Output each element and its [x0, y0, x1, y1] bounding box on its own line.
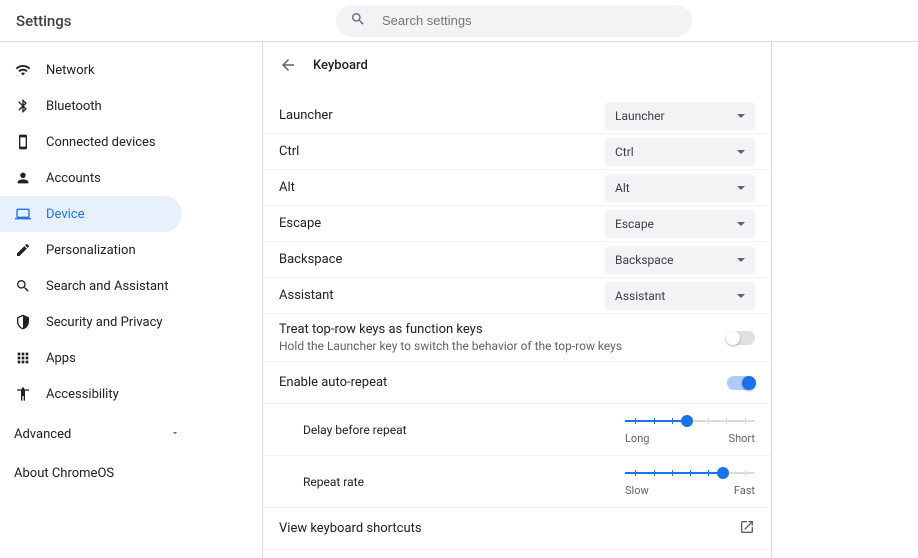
sidebar-item-label: Connected devices [46, 135, 156, 150]
sidebar-advanced[interactable]: Advanced [0, 416, 200, 452]
sidebar-item-connected-devices[interactable]: Connected devices [0, 124, 200, 160]
sidebar-about[interactable]: About ChromeOS [0, 456, 200, 492]
chevron-down-icon [737, 186, 745, 190]
sidebar-item-network[interactable]: Network [0, 52, 200, 88]
chevron-down-icon [737, 258, 745, 262]
wifi-icon [14, 61, 32, 79]
sidebar-item-label: Apps [46, 351, 76, 366]
view-shortcuts-row[interactable]: View keyboard shortcuts [263, 508, 771, 550]
open-external-icon [739, 519, 755, 539]
keymap-escape-select[interactable]: Escape [605, 210, 755, 238]
sidebar-item-accessibility[interactable]: Accessibility [0, 376, 200, 412]
keymap-backspace-label: Backspace [279, 252, 342, 267]
chevron-down-icon [737, 150, 745, 154]
keymap-ctrl-label: Ctrl [279, 144, 299, 159]
sidebar-item-bluetooth[interactable]: Bluetooth [0, 88, 200, 124]
keymap-assistant-select[interactable]: Assistant [605, 282, 755, 310]
rate-label: Repeat rate [303, 475, 364, 489]
keymap-alt-select[interactable]: Alt [605, 174, 755, 202]
search-icon [14, 277, 32, 295]
keymap-launcher-select[interactable]: Launcher [605, 102, 755, 130]
sidebar-item-label: Bluetooth [46, 99, 102, 114]
search-input[interactable] [382, 13, 678, 28]
phone-icon [14, 133, 32, 151]
keymap-escape-label: Escape [279, 216, 321, 231]
chevron-down-icon [737, 294, 745, 298]
app-title: Settings [16, 12, 336, 30]
sidebar-item-label: Accessibility [46, 387, 119, 402]
keymap-launcher-label: Launcher [279, 108, 333, 123]
bluetooth-icon [14, 97, 32, 115]
toprow-sublabel: Hold the Launcher key to switch the beha… [279, 339, 622, 353]
sidebar-item-device[interactable]: Device [0, 196, 182, 232]
keymap-alt-label: Alt [279, 180, 295, 195]
change-input-row[interactable]: Change input settings [263, 550, 771, 558]
delay-slider[interactable] [625, 414, 755, 428]
toprow-label: Treat top-row keys as function keys [279, 322, 622, 337]
view-shortcuts-label: View keyboard shortcuts [279, 521, 422, 536]
keymap-backspace-select[interactable]: Backspace [605, 246, 755, 274]
accessibility-icon [14, 385, 32, 403]
sidebar-item-label: Security and Privacy [46, 315, 163, 330]
sidebar-item-label: Network [46, 63, 95, 78]
shield-icon [14, 313, 32, 331]
keymap-ctrl-select[interactable]: Ctrl [605, 138, 755, 166]
rate-right-label: Fast [734, 484, 755, 497]
sidebar-item-label: Accounts [46, 171, 101, 186]
sidebar-item-security[interactable]: Security and Privacy [0, 304, 200, 340]
sidebar-item-label: Search and Assistant [46, 279, 169, 294]
search-box[interactable] [336, 5, 692, 37]
sidebar-item-apps[interactable]: Apps [0, 340, 200, 376]
sidebar: Network Bluetooth Connected devices Acco… [0, 42, 200, 558]
delay-left-label: Long [625, 432, 649, 445]
chevron-down-icon [737, 114, 745, 118]
keymap-assistant-label: Assistant [279, 288, 334, 303]
rate-slider[interactable] [625, 466, 755, 480]
back-button[interactable] [279, 56, 297, 74]
sidebar-item-label: Personalization [46, 243, 136, 258]
delay-right-label: Short [729, 432, 755, 445]
sidebar-item-accounts[interactable]: Accounts [0, 160, 200, 196]
settings-panel: Keyboard Launcher Launcher Ctrl Ctrl Alt… [262, 42, 772, 558]
chevron-down-icon [170, 427, 180, 442]
search-icon [350, 11, 366, 31]
autorepeat-toggle[interactable] [727, 376, 755, 390]
autorepeat-label: Enable auto-repeat [279, 375, 387, 390]
sidebar-advanced-label: Advanced [14, 427, 71, 442]
sidebar-item-search-assistant[interactable]: Search and Assistant [0, 268, 200, 304]
laptop-icon [14, 205, 32, 223]
apps-icon [14, 349, 32, 367]
edit-icon [14, 241, 32, 259]
person-icon [14, 169, 32, 187]
page-title: Keyboard [313, 58, 368, 73]
chevron-down-icon [737, 222, 745, 226]
sidebar-item-personalization[interactable]: Personalization [0, 232, 200, 268]
rate-left-label: Slow [625, 484, 649, 497]
sidebar-item-label: Device [46, 207, 85, 222]
toprow-toggle[interactable] [727, 331, 755, 345]
delay-label: Delay before repeat [303, 423, 407, 437]
